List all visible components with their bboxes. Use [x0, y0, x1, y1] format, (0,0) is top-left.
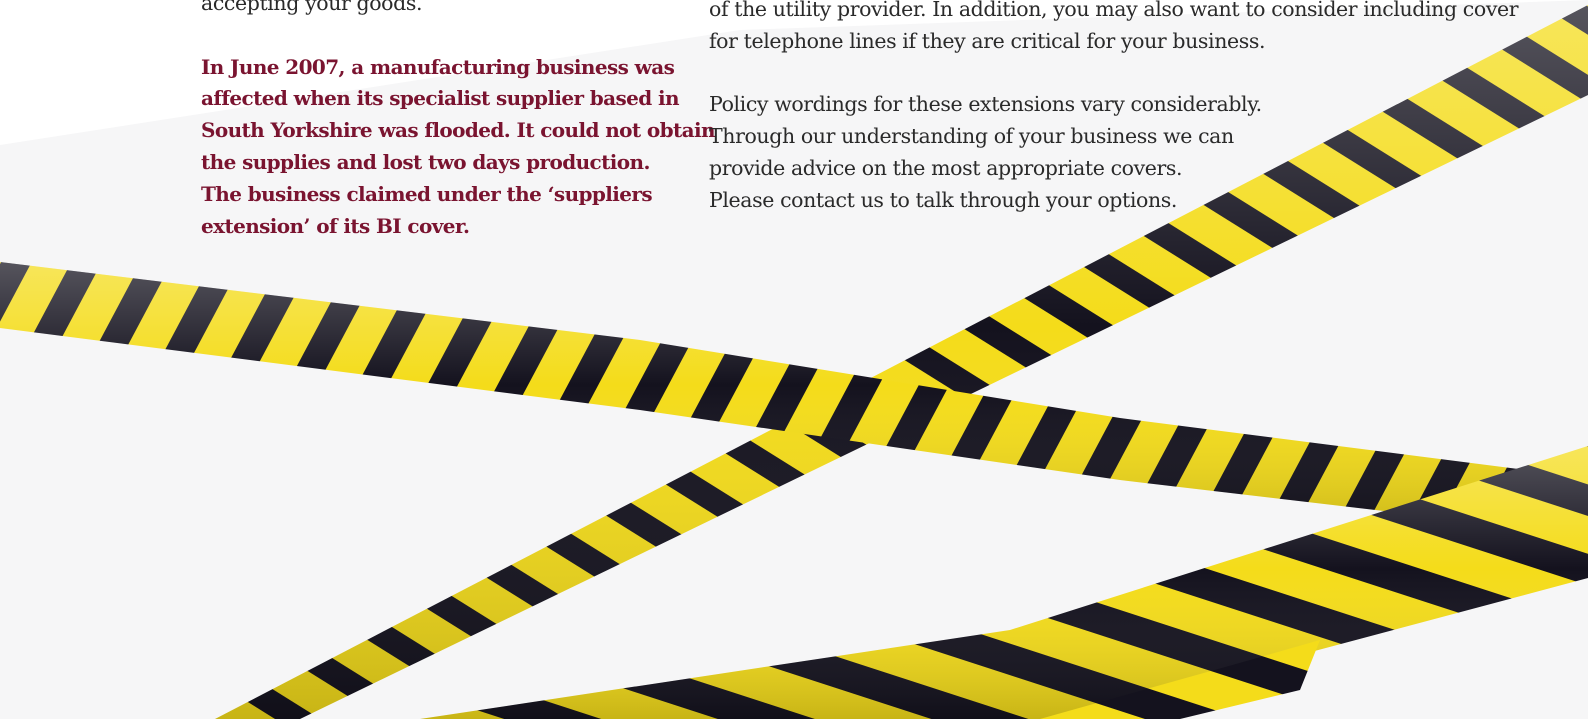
right-text-column: of the utility provider. In addition, yo… [709, 0, 1519, 217]
paragraph-line: of the utility provider. In addition, yo… [709, 0, 1519, 21]
paragraph-line: for telephone lines if they are critical… [709, 28, 1266, 53]
paragraph-line: accepting your goods. [201, 0, 423, 15]
paragraph-line: Policy wordings for these extensions var… [709, 92, 1262, 117]
hazard-tape-upper [0, 262, 1588, 535]
paragraph-line: Through our understanding of your busine… [709, 124, 1234, 149]
left-text-column: accepting your goods. In June 2007, a ma… [201, 0, 716, 243]
paragraph-line: Please contact us to talk through your o… [709, 187, 1177, 212]
document-page: accepting your goods. In June 2007, a ma… [0, 0, 1588, 719]
case-study-paragraph: In June 2007, a manufacturing business w… [201, 52, 716, 243]
paragraph-line: provide advice on the most appropriate c… [709, 155, 1183, 180]
case-study-line: In June 2007, a manufacturing business w… [201, 54, 675, 79]
utility-paragraph: of the utility provider. In addition, yo… [709, 0, 1519, 58]
advice-paragraph: Policy wordings for these extensions var… [709, 89, 1469, 216]
case-study-line: affected when its specialist supplier ba… [201, 86, 680, 111]
case-study-line: The business claimed under the ‘supplier… [201, 181, 653, 206]
intro-paragraph-tail: accepting your goods. [201, 0, 681, 20]
case-study-line: extension’ of its BI cover. [201, 213, 470, 238]
case-study-line: South Yorkshire was flooded. It could no… [201, 118, 716, 143]
case-study-line: the supplies and lost two days productio… [201, 149, 650, 174]
